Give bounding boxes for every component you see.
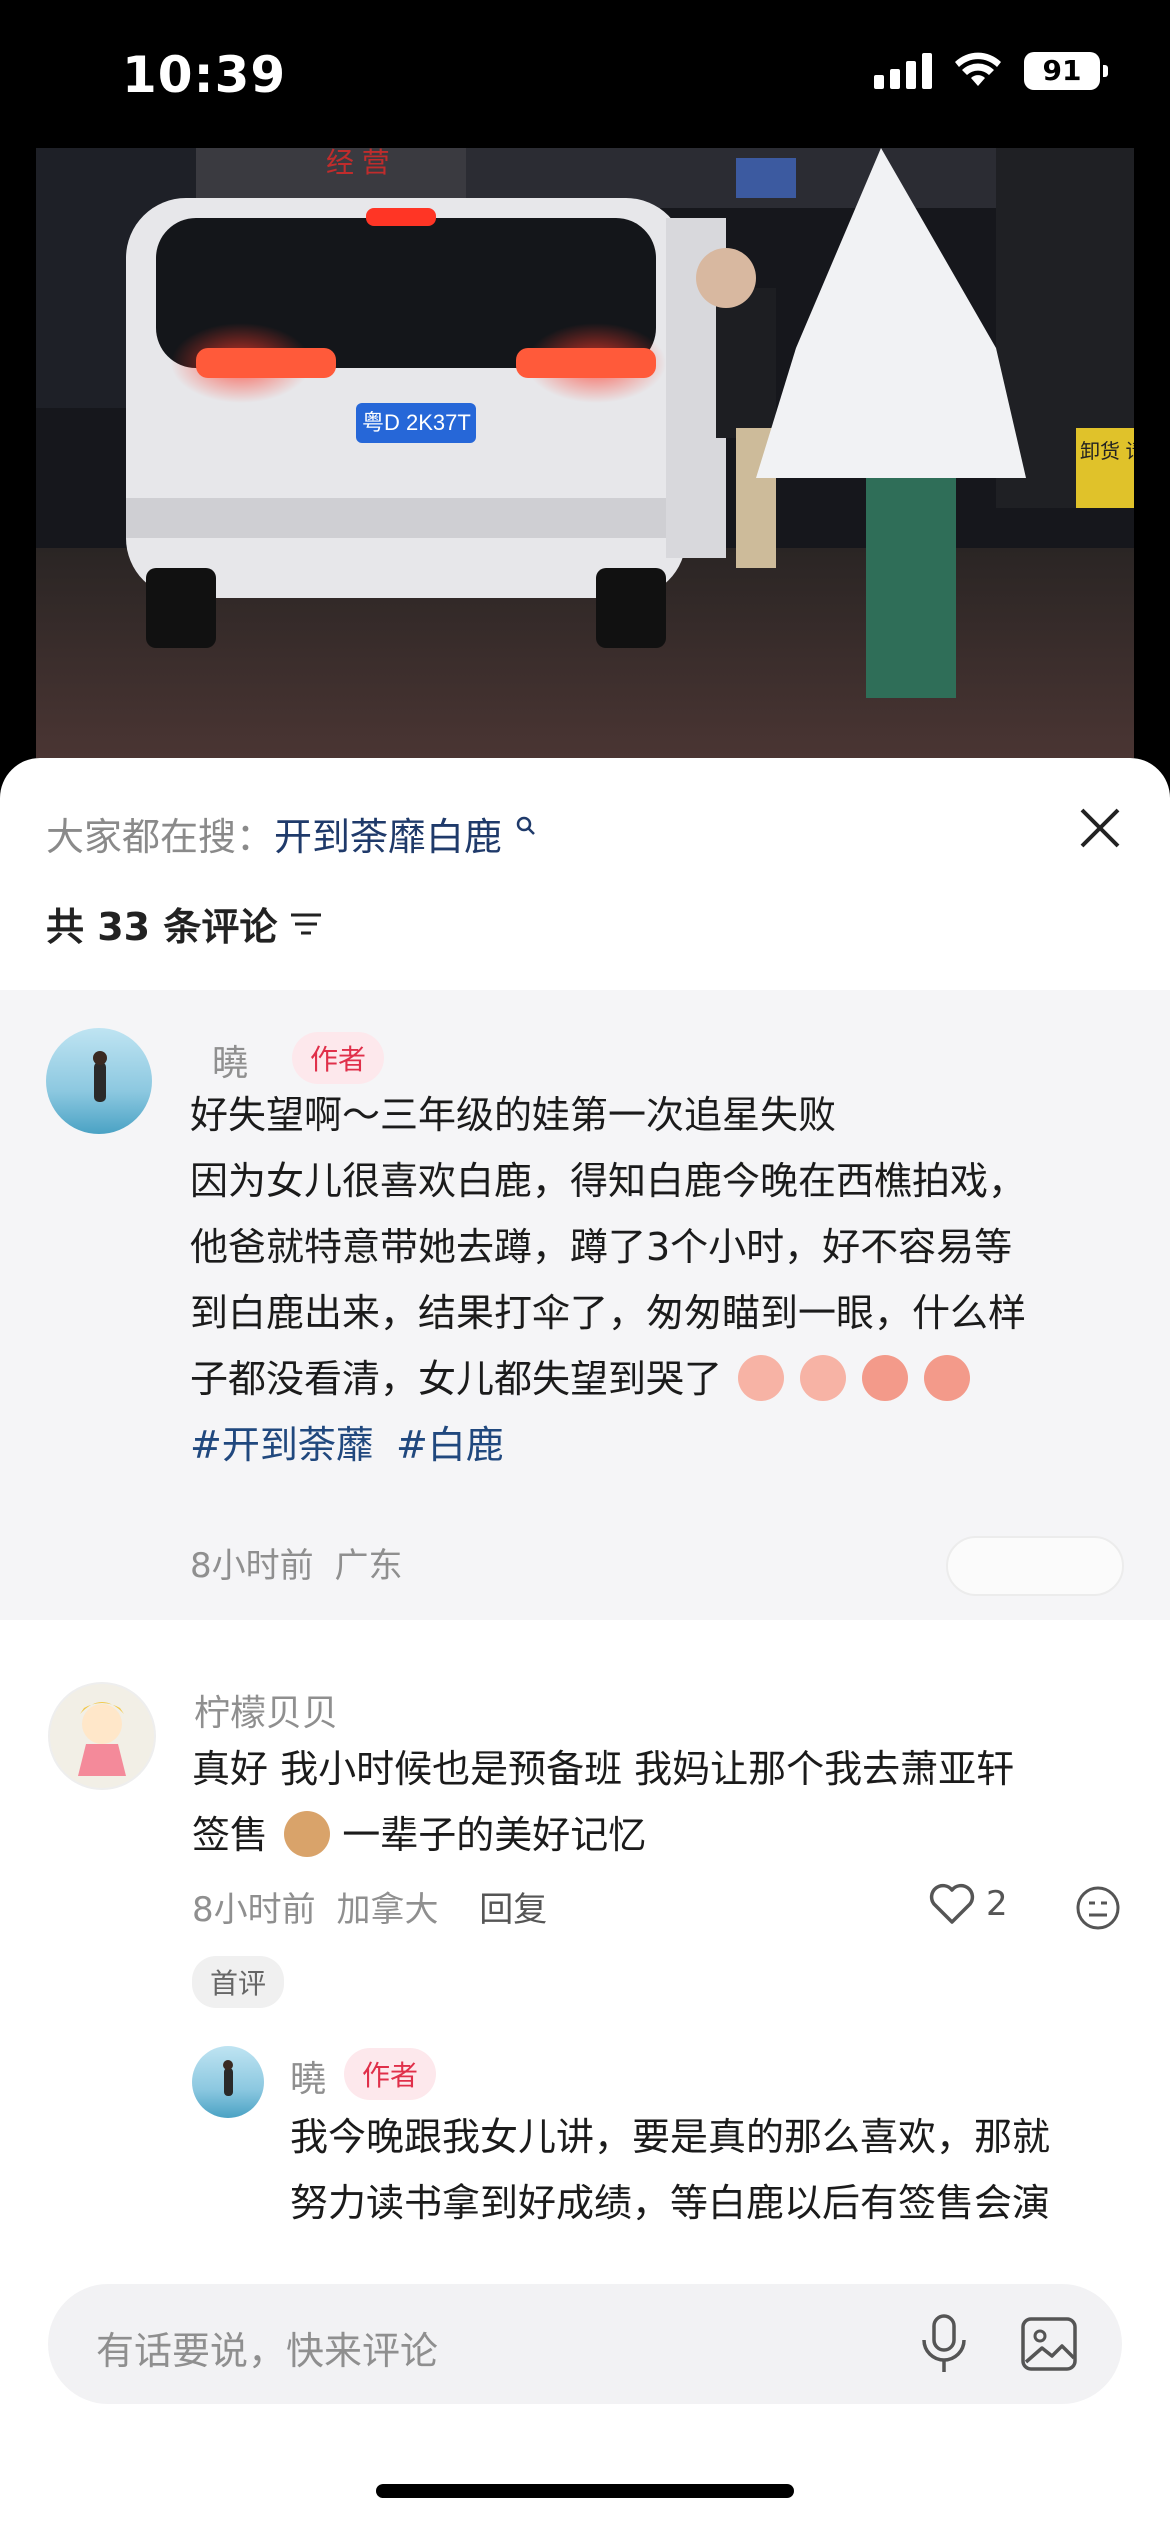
- battery-icon: 91: [1024, 52, 1108, 90]
- reply-button[interactable]: 回复: [479, 1890, 547, 1930]
- hashtags: #开到荼蘼 #白鹿: [190, 1412, 1140, 1478]
- search-icon: [516, 816, 536, 835]
- search-suggestion-keyword[interactable]: 开到荼靡白鹿: [274, 815, 502, 859]
- avatar[interactable]: [46, 1028, 152, 1134]
- dislike-face-icon[interactable]: [1074, 1884, 1122, 1932]
- comment-line-last: 子都没看清，女儿都失望到哭了: [190, 1346, 1140, 1412]
- close-icon[interactable]: [1070, 798, 1130, 858]
- comment-line: 好失望啊～三年级的娃第一次追星失败: [190, 1093, 837, 1137]
- wifi-icon: [955, 52, 1001, 86]
- search-suggestion-prefix: 大家都在搜：: [46, 815, 275, 859]
- status-bar: 10:39 91: [0, 0, 1170, 150]
- cellular-signal-icon: [874, 53, 932, 89]
- shop-sign-text: 经 营: [326, 148, 390, 178]
- avatar[interactable]: [192, 2046, 264, 2118]
- like-button[interactable]: 2: [928, 1882, 1008, 1926]
- comment-meta: 8小时前 广东: [190, 1538, 402, 1587]
- comment-author-name[interactable]: 曉: [212, 1034, 248, 1086]
- heart-icon: [929, 1883, 975, 1924]
- comment-line: 真好 我小时候也是预备班 我妈让那个我去萧亚轩: [192, 1747, 1015, 1791]
- comment-body: 真好 我小时候也是预备班 我妈让那个我去萧亚轩 签售 一辈子的美好记忆: [192, 1736, 1152, 1868]
- image-picker-icon[interactable]: [1020, 2316, 1078, 2372]
- comment-time: 8小时前: [192, 1890, 316, 1930]
- comment-line: 到白鹿出来，结果打伞了，匆匆瞄到一眼，什么样: [190, 1291, 1027, 1335]
- comment-count: 共 33 条评论: [46, 896, 323, 951]
- comment-location: 广东: [334, 1546, 403, 1586]
- status-icons: 91: [874, 52, 1108, 90]
- crying-peach-emoji-icon: [862, 1354, 909, 1401]
- author-badge: 作者: [344, 2048, 437, 2100]
- video-player[interactable]: 经 营 卸货 请勿 粤D 2K37T: [36, 148, 1134, 758]
- home-indicator[interactable]: [376, 2484, 794, 2498]
- comment-line: 签售 一辈子的美好记忆: [192, 1802, 1152, 1868]
- comment-input-placeholder: 有话要说，快来评论: [96, 2329, 439, 2373]
- author-badge: 作者: [292, 1032, 385, 1084]
- status-time: 10:39: [122, 46, 287, 104]
- license-plate: 粤D 2K37T: [362, 410, 471, 435]
- sad-peach-emoji-icon: [738, 1354, 785, 1401]
- microphone-icon[interactable]: [918, 2314, 970, 2374]
- crying-peach-emoji-icon: [924, 1354, 971, 1401]
- comment-line: 我今晚跟我女儿讲，要是真的那么喜欢，那就: [290, 2115, 1051, 2159]
- comment-text: 签售: [192, 1813, 269, 1857]
- comment-line: 子都没看清，女儿都失望到哭了: [190, 1357, 723, 1401]
- faded-action-pill: [946, 1536, 1124, 1596]
- first-comment-tag: 首评: [192, 1956, 285, 2008]
- search-suggestion[interactable]: 大家都在搜：开到荼靡白鹿: [46, 806, 538, 861]
- sad-peach-emoji-icon: [800, 1354, 847, 1401]
- comments-sheet: 大家都在搜：开到荼靡白鹿 共 33 条评论 曉 作者 好失望啊～三年级的娃第一次…: [0, 758, 1170, 2532]
- video-frame-image: 经 营 卸货 请勿 粤D 2K37T: [36, 148, 1134, 758]
- hashtag-link[interactable]: #开到荼蘼: [190, 1423, 374, 1467]
- sort-filter-icon[interactable]: [289, 909, 323, 939]
- comment-author-name[interactable]: 柠檬贝贝: [194, 1684, 338, 1736]
- comment-line: 努力读书拿到好成绩，等白鹿以后有签售会演: [290, 2181, 1051, 2225]
- comment-input[interactable]: 有话要说，快来评论: [48, 2284, 1122, 2404]
- dog-emoji-icon: [284, 1810, 331, 1857]
- comment-body: 好失望啊～三年级的娃第一次追星失败 因为女儿很喜欢白鹿，得知白鹿今晚在西樵拍戏，…: [190, 1082, 1140, 1478]
- avatar[interactable]: [48, 1682, 156, 1790]
- reply-body: 我今晚跟我女儿讲，要是真的那么喜欢，那就 努力读书拿到好成绩，等白鹿以后有签售会…: [290, 2104, 1160, 2236]
- comment-location: 加拿大: [336, 1890, 439, 1930]
- comment-text: 一辈子的美好记忆: [342, 1813, 647, 1857]
- reply-author-name[interactable]: 曉: [290, 2050, 326, 2102]
- like-count: 2: [986, 1884, 1008, 1924]
- comment-line: 他爸就特意带她去蹲，蹲了3个小时，好不容易等: [190, 1225, 1013, 1269]
- comment-meta: 8小时前 加拿大 回复: [192, 1882, 547, 1931]
- hashtag-link[interactable]: #白鹿: [396, 1423, 504, 1467]
- comment-count-label: 共 33 条评论: [46, 905, 278, 949]
- comment-time: 8小时前: [190, 1546, 314, 1586]
- side-sign-text: 卸货 请勿: [1080, 440, 1134, 463]
- author-comment: 曉 作者 好失望啊～三年级的娃第一次追星失败 因为女儿很喜欢白鹿，得知白鹿今晚在…: [0, 990, 1170, 1620]
- comment-line: 因为女儿很喜欢白鹿，得知白鹿今晚在西樵拍戏，: [190, 1159, 1027, 1203]
